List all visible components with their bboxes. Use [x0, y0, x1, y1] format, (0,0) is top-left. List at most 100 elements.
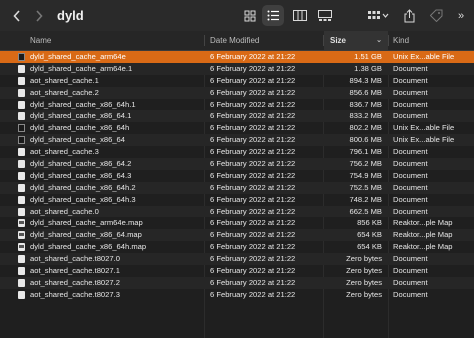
file-kind: Reaktor...ple Map — [393, 230, 453, 240]
file-date: 6 February 2022 at 21:22 — [210, 206, 296, 216]
file-name: aot_shared_cache.t8027.0 — [30, 254, 120, 264]
view-list-button[interactable] — [262, 5, 284, 26]
map-file-icon — [18, 219, 25, 228]
file-kind: Document — [393, 277, 428, 287]
chevron-double-right-icon: » — [457, 9, 465, 22]
file-kind: Document — [393, 63, 428, 73]
back-button[interactable] — [8, 0, 26, 31]
document-icon — [18, 195, 25, 204]
file-size: 856 KB — [357, 218, 382, 228]
chevron-left-icon — [13, 9, 20, 22]
file-date: 6 February 2022 at 21:22 — [210, 111, 296, 121]
file-date: 6 February 2022 at 21:22 — [210, 147, 296, 157]
file-size: Zero bytes — [346, 289, 382, 299]
file-date: 6 February 2022 at 21:22 — [210, 87, 296, 97]
file-row[interactable]: dyld_shared_cache_x86_64h.3 6 February 20… — [0, 194, 474, 206]
executable-file-icon — [18, 136, 25, 145]
view-gallery-button[interactable] — [314, 0, 336, 31]
column-header: Name Date Modified Size ⌄ Kind — [0, 31, 474, 51]
file-size: 654 KB — [357, 230, 382, 240]
forward-button[interactable] — [30, 0, 48, 31]
file-row[interactable]: aot_shared_cache.3 6 February 2022 at 21:… — [0, 146, 474, 158]
file-date: 6 February 2022 at 21:22 — [210, 63, 296, 73]
file-row[interactable]: dyld_shared_cache_x86_64h.map 6 February … — [0, 241, 474, 253]
list-icon — [267, 10, 279, 21]
file-row[interactable]: aot_shared_cache.t8027.1 6 February 2022 … — [0, 265, 474, 277]
file-date: 6 February 2022 at 21:22 — [210, 170, 296, 180]
file-row[interactable]: dyld_shared_cache_x86_64.map 6 February 2… — [0, 229, 474, 242]
file-size: Zero bytes — [346, 266, 382, 276]
column-header-size-label: Size — [330, 36, 347, 45]
file-kind: Document — [393, 289, 428, 299]
file-name: dyld_shared_cache_arm64e.map — [30, 218, 143, 228]
file-date: 6 February 2022 at 21:22 — [210, 218, 296, 228]
file-date: 6 February 2022 at 21:22 — [210, 289, 296, 299]
column-header-kind[interactable]: Kind — [393, 31, 409, 50]
file-kind: Reaktor...ple Map — [393, 218, 453, 228]
document-icon — [18, 255, 25, 264]
tags-button[interactable] — [426, 0, 446, 31]
chevron-down-icon: ⌄ — [376, 37, 382, 44]
column-header-name[interactable]: Name — [30, 31, 51, 50]
column-divider[interactable] — [388, 35, 389, 46]
file-row[interactable]: dyld_shared_cache_x86_64.1 6 February 202… — [0, 110, 474, 123]
file-size: 752.5 MB — [349, 182, 382, 192]
file-row[interactable]: aot_shared_cache.0 6 February 2022 at 21:… — [0, 205, 474, 218]
document-icon — [18, 171, 25, 180]
gallery-icon — [318, 10, 332, 21]
file-row[interactable]: dyld_shared_cache_arm64e 6 February 2022 … — [0, 51, 474, 63]
document-icon — [18, 290, 25, 299]
chevron-right-icon — [36, 9, 43, 22]
file-row[interactable]: aot_shared_cache.t8027.3 6 February 2022 … — [0, 289, 474, 301]
file-name: dyld_shared_cache_x86_64h — [30, 123, 130, 133]
file-name: aot_shared_cache.2 — [30, 87, 99, 97]
file-date: 6 February 2022 at 21:22 — [210, 75, 296, 85]
file-size: 833.2 MB — [349, 111, 382, 121]
document-icon — [18, 76, 25, 85]
document-icon — [18, 207, 25, 216]
column-header-size[interactable]: Size ⌄ — [324, 31, 388, 50]
file-size: 1.51 GB — [354, 52, 382, 61]
file-kind: Document — [393, 99, 428, 109]
file-name: dyld_shared_cache_x86_64h.1 — [30, 99, 136, 109]
more-toolbar-button[interactable]: » — [452, 0, 470, 31]
file-kind: Document — [393, 75, 428, 85]
file-size: 756.2 MB — [349, 159, 382, 169]
file-kind: Document — [393, 182, 428, 192]
share-button[interactable] — [400, 0, 418, 31]
file-row[interactable]: aot_shared_cache.2 6 February 2022 at 21:… — [0, 86, 474, 99]
file-row[interactable]: aot_shared_cache.1 6 February 2022 at 21:… — [0, 75, 474, 87]
file-size: 662.5 MB — [349, 206, 382, 216]
file-row[interactable]: dyld_shared_cache_x86_64h.1 6 February 20… — [0, 99, 474, 111]
column-header-date[interactable]: Date Modified — [210, 31, 259, 50]
file-row[interactable]: dyld_shared_cache_x86_64.3 6 February 202… — [0, 170, 474, 182]
file-date: 6 February 2022 at 21:22 — [210, 277, 296, 287]
file-name: dyld_shared_cache_x86_64h.2 — [30, 182, 136, 192]
file-row[interactable]: dyld_shared_cache_x86_64.2 6 February 202… — [0, 158, 474, 170]
file-row[interactable]: dyld_shared_cache_x86_64h.2 6 February 20… — [0, 181, 474, 194]
file-date: 6 February 2022 at 21:22 — [210, 182, 296, 192]
file-kind: Document — [393, 266, 428, 276]
file-date: 6 February 2022 at 21:22 — [210, 52, 296, 61]
window-title: dyld — [57, 8, 84, 23]
view-columns-button[interactable] — [289, 0, 311, 31]
columns-icon — [293, 10, 307, 21]
file-row[interactable]: dyld_shared_cache_arm64e.1 6 February 202… — [0, 62, 474, 75]
file-row[interactable]: dyld_shared_cache_arm64e.map 6 February 2… — [0, 217, 474, 229]
document-icon — [18, 112, 25, 121]
file-row[interactable]: dyld_shared_cache_x86_64 6 February 2022 … — [0, 134, 474, 147]
file-kind: Document — [393, 170, 428, 180]
file-row[interactable]: aot_shared_cache.t8027.0 6 February 2022 … — [0, 253, 474, 266]
file-name: dyld_shared_cache_arm64e.1 — [30, 63, 133, 73]
group-by-button[interactable] — [364, 0, 392, 31]
file-row[interactable]: aot_shared_cache.t8027.2 6 February 2022 … — [0, 276, 474, 289]
file-kind: Document — [393, 147, 428, 157]
document-icon — [18, 148, 25, 157]
file-name: dyld_shared_cache_x86_64 — [30, 135, 125, 145]
column-divider[interactable] — [204, 35, 205, 46]
file-name: dyld_shared_cache_x86_64h.map — [30, 242, 147, 252]
file-row[interactable]: dyld_shared_cache_x86_64h 6 February 2022… — [0, 122, 474, 134]
view-icons-button[interactable] — [240, 0, 260, 31]
document-icon — [18, 100, 25, 109]
file-name: dyld_shared_cache_x86_64.1 — [30, 111, 132, 121]
